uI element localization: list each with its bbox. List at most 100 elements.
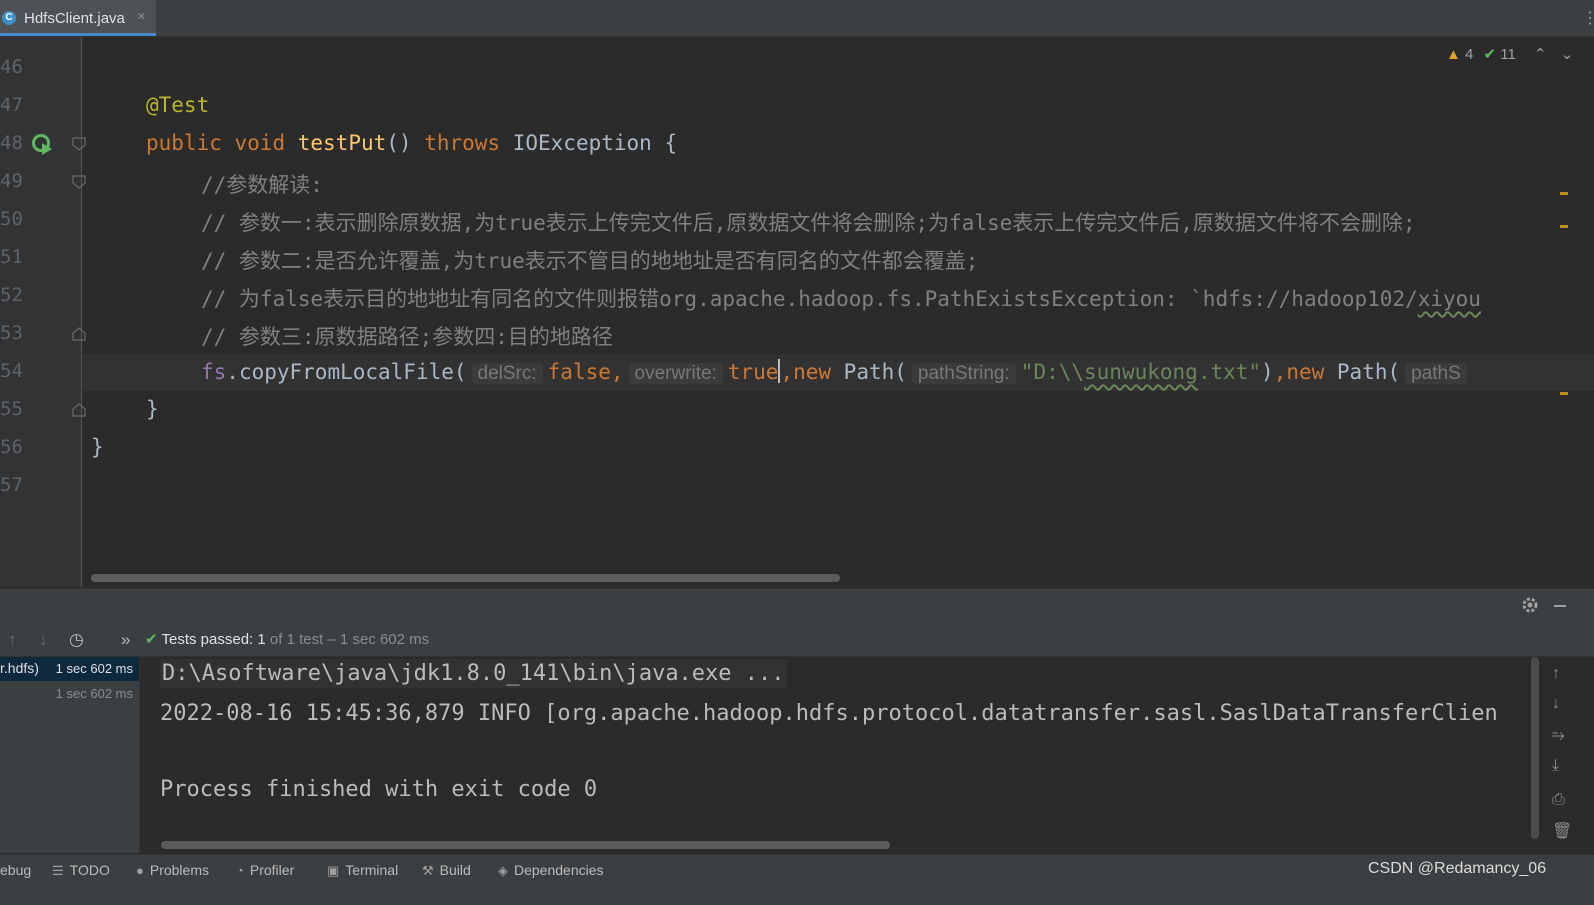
tool-build[interactable]: ⚒ Build xyxy=(422,862,471,879)
keyword-new: ,new xyxy=(1273,360,1325,384)
tool-dependencies-label: Dependencies xyxy=(514,862,604,878)
test-tree-item-time: 1 sec 602 ms xyxy=(55,686,133,701)
literal-false: false, xyxy=(547,360,624,384)
line-number: 51 xyxy=(0,246,23,268)
profiler-icon: ◔ xyxy=(236,863,244,878)
console-line: D:\Asoftware\java\jdk1.8.0_141\bin\java.… xyxy=(160,659,787,688)
minimize-icon[interactable] xyxy=(1554,605,1566,607)
method-name: testPut xyxy=(297,131,387,155)
method-call: .copyFromLocalFile( xyxy=(226,360,467,384)
code-line-56: } xyxy=(91,435,104,459)
tool-terminal[interactable]: ▣ Terminal xyxy=(327,862,398,879)
console-vertical-scrollbar[interactable] xyxy=(1531,657,1539,839)
warning-stripe[interactable] xyxy=(1560,192,1568,195)
line-number: 49 xyxy=(0,170,23,192)
scroll-to-end-icon[interactable]: ⤓ xyxy=(1552,757,1559,775)
comment-text: // 为false表示目的地地址有同名的文件则报错org.apache.hado… xyxy=(201,287,1418,311)
dependencies-icon: ◈ xyxy=(498,863,508,878)
history-icon[interactable]: ◷ xyxy=(69,630,84,650)
keyword: throws xyxy=(424,131,501,155)
tests-passed-label: Tests passed: xyxy=(161,631,254,648)
class-path: Path( xyxy=(1324,360,1401,384)
line-number: 52 xyxy=(0,284,23,306)
line-number: 53 xyxy=(0,322,23,344)
arrow-down-icon[interactable]: ↓ xyxy=(39,630,48,650)
annotation: @Test xyxy=(146,93,210,117)
tab-label: HdfsClient.java xyxy=(24,10,125,27)
test-tree-item[interactable]: r.hdfs) 1 sec 602 ms xyxy=(0,657,139,681)
run-test-icon[interactable] xyxy=(32,134,54,161)
test-tree-item-time: 1 sec 602 ms xyxy=(55,661,133,676)
console-horizontal-scrollbar[interactable] xyxy=(161,841,890,849)
tool-todo-label: TODO xyxy=(69,862,110,878)
chevron-up-icon[interactable]: ⌃ xyxy=(1534,46,1547,63)
console-command: D:\Asoftware\java\jdk1.8.0_141\bin\java.… xyxy=(160,659,787,688)
chevron-double-right-icon[interactable]: » xyxy=(121,630,130,650)
class-path: Path( xyxy=(831,360,907,384)
keyword-new: ,new xyxy=(780,360,832,384)
literal-true: true xyxy=(727,360,779,384)
test-tree-item[interactable]: 1 sec 602 ms xyxy=(0,682,139,706)
close-icon[interactable]: × xyxy=(137,8,146,25)
tool-debug-label: ebug xyxy=(0,862,32,878)
arrow-up-icon[interactable]: ↑ xyxy=(1552,665,1560,683)
java-class-icon: C xyxy=(2,11,16,25)
tool-terminal-label: Terminal xyxy=(345,862,399,878)
line-gutter: 46 47 48 49 50 51 52 53 54 55 56 57 xyxy=(0,37,86,587)
list-icon: ☰ xyxy=(52,863,64,878)
watermark: CSDN @Redamancy_06 xyxy=(1368,860,1547,877)
arrow-down-icon[interactable]: ↓ xyxy=(1552,695,1560,713)
run-panel-header xyxy=(0,588,1594,623)
code-line-54: fs.copyFromLocalFile(delSrc: false, overwr… xyxy=(201,359,1472,385)
tool-profiler[interactable]: ◔ Profiler xyxy=(236,862,294,878)
parameter-hint: overwrite: xyxy=(628,363,723,384)
gear-icon[interactable] xyxy=(1521,596,1539,619)
chevron-down-icon[interactable]: ⌄ xyxy=(1561,46,1574,63)
soft-wrap-icon[interactable]: ⥱ xyxy=(1552,727,1565,745)
fold-open-icon[interactable] xyxy=(72,175,86,189)
tool-dependencies[interactable]: ◈ Dependencies xyxy=(498,862,604,879)
parens: () xyxy=(386,131,412,155)
code-editor[interactable]: 46 47 48 49 50 51 52 53 54 55 56 57 @Tes… xyxy=(0,37,1594,587)
tool-todo[interactable]: ☰ TODO xyxy=(52,862,110,879)
inspections-widget[interactable]: ▲ 4 ✔ 11 ⌃ ⌄ xyxy=(1446,45,1573,63)
code-line-47: @Test xyxy=(146,93,209,117)
paren: ) xyxy=(1261,360,1274,384)
console-output[interactable]: D:\Asoftware\java\jdk1.8.0_141\bin\java.… xyxy=(140,657,1594,853)
code-line-53: // 参数三:原数据路径;参数四:目的地路径 xyxy=(201,325,613,349)
passed-count: 11 xyxy=(1500,46,1516,63)
line-number: 56 xyxy=(0,436,23,458)
line-number: 50 xyxy=(0,208,23,230)
field-reference: fs xyxy=(201,360,227,384)
brace: { xyxy=(664,131,678,155)
parameter-hint: pathString: xyxy=(911,363,1016,384)
fold-close-icon[interactable] xyxy=(72,403,86,417)
trash-icon[interactable]: 🗑 xyxy=(1552,821,1572,841)
warning-icon: ▲ xyxy=(1446,46,1461,63)
exception-type: IOException xyxy=(512,131,652,155)
fold-open-icon[interactable] xyxy=(72,137,86,151)
more-vertical-icon[interactable]: ⋮ xyxy=(1582,8,1594,28)
warning-count: 4 xyxy=(1465,46,1474,63)
warning-stripe[interactable] xyxy=(1560,392,1568,395)
keyword: public xyxy=(146,131,222,155)
tool-debug[interactable]: ebug xyxy=(0,862,31,878)
tab-hdfsclient-java[interactable]: C HdfsClient.java × xyxy=(0,0,156,36)
print-icon[interactable]: ⎙ xyxy=(1552,791,1565,809)
editor-horizontal-scrollbar[interactable] xyxy=(91,574,840,582)
test-toolbar: ↑ ↓ ◷ » ✔ Tests passed: 1 of 1 test – 1 … xyxy=(0,622,1594,657)
editor-tab-bar: C HdfsClient.java × ⋮ xyxy=(0,0,1594,37)
arrow-up-icon[interactable]: ↑ xyxy=(8,630,17,650)
line-number: 54 xyxy=(0,360,23,382)
comment-text-typo: xiyou xyxy=(1417,287,1481,311)
tests-passed-count: 1 xyxy=(257,631,266,648)
check-icon: ✔ xyxy=(145,631,158,648)
line-number: 48 xyxy=(0,132,23,154)
warning-stripe[interactable] xyxy=(1560,225,1568,228)
tool-problems[interactable]: ● Problems xyxy=(136,862,209,878)
tests-passed-detail: of 1 test – 1 sec 602 ms xyxy=(269,631,430,648)
check-icon: ✔ xyxy=(1483,46,1497,63)
fold-close-icon[interactable] xyxy=(72,327,86,341)
alert-icon: ● xyxy=(136,863,144,878)
line-number: 57 xyxy=(0,474,23,496)
